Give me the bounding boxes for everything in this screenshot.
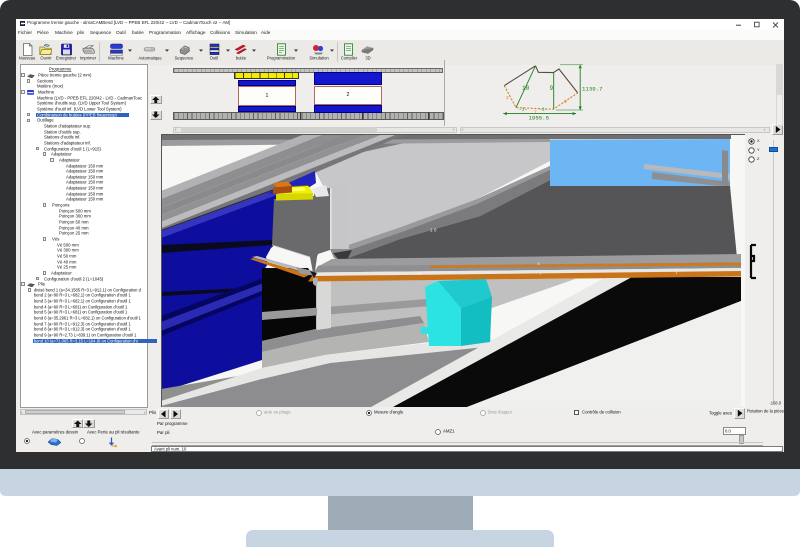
svg-text:1: 1 bbox=[418, 272, 420, 276]
svg-text:1955.5: 1955.5 bbox=[529, 115, 550, 122]
svg-text:9: 9 bbox=[550, 85, 554, 92]
svg-text:6: 6 bbox=[564, 99, 567, 105]
svg-text:7: 7 bbox=[534, 110, 537, 116]
svg-text:1: 1 bbox=[676, 271, 678, 275]
svg-text:2: 2 bbox=[506, 95, 509, 101]
svg-text:8: 8 bbox=[538, 262, 540, 266]
svg-text:–1–: –1– bbox=[519, 107, 528, 113]
svg-text:1 0: 1 0 bbox=[430, 228, 437, 233]
svg-text:7: 7 bbox=[540, 272, 542, 276]
svg-text:–1–: –1– bbox=[539, 107, 548, 113]
svg-text:10: 10 bbox=[522, 85, 530, 92]
svg-text:1139.7: 1139.7 bbox=[582, 85, 602, 92]
